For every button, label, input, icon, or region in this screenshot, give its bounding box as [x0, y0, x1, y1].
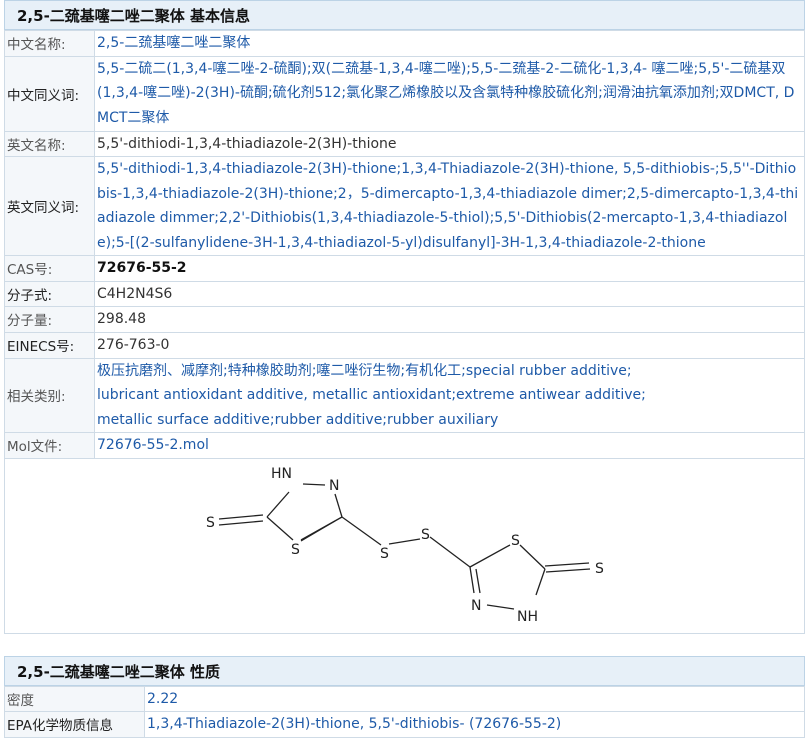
- category-line[interactable]: lubricant antioxidant additive, metallic…: [97, 383, 802, 408]
- formula-value: C4H2N4S6: [94, 280, 805, 307]
- basic-info-table: 中文名称: 2,5-二巯基噻二唑二聚体 中文同义词: 5,5-二硫二(1,3,4…: [4, 30, 805, 634]
- table-row: EPA化学物质信息 1,3,4-Thiadiazole-2(3H)-thione…: [4, 711, 805, 738]
- bond: [469, 566, 475, 593]
- einecs-value: 276-763-0: [94, 331, 805, 359]
- category-line[interactable]: metallic surface additive;rubber additiv…: [97, 408, 802, 433]
- bond: [429, 535, 471, 568]
- bond: [302, 482, 326, 486]
- table-row: 密度 2.22: [4, 685, 805, 712]
- english-name-label: 英文名称:: [4, 130, 95, 157]
- atom-label: S: [421, 527, 430, 543]
- density-value[interactable]: 2.22: [144, 685, 805, 712]
- table-row: EINECS号: 276-763-0: [4, 331, 805, 359]
- bond: [469, 543, 511, 568]
- bond: [486, 603, 515, 610]
- table-row: 分子量: 298.48: [4, 306, 805, 333]
- molecular-weight-value: 298.48: [94, 306, 805, 333]
- properties-section: 2,5-二巯基噻二唑二聚体 性质 密度 2.22 EPA化学物质信息 1,3,4…: [4, 655, 805, 738]
- table-row: 分子式: C4H2N4S6: [4, 280, 805, 307]
- density-label: 密度: [4, 685, 145, 712]
- bond: [218, 513, 264, 520]
- table-row: Mol文件: 72676-55-2.mol: [4, 432, 805, 459]
- properties-header: 2,5-二巯基噻二唑二聚体 性质: [4, 655, 805, 686]
- chinese-name-label: 中文名称:: [4, 30, 95, 57]
- chinese-synonyms-value[interactable]: 5,5-二硫二(1,3,4-噻二唑-2-硫酮);双(二巯基-1,3,4-噻二唑)…: [94, 55, 805, 132]
- mol-file-label: Mol文件:: [4, 432, 95, 459]
- basic-info-section: 2,5-二巯基噻二唑二聚体 基本信息 中文名称: 2,5-二巯基噻二唑二聚体 中…: [4, 0, 805, 634]
- chinese-synonyms-label: 中文同义词:: [4, 55, 95, 132]
- bond: [341, 515, 382, 546]
- chinese-name-value[interactable]: 2,5-二巯基噻二唑二聚体: [94, 30, 805, 57]
- bond: [545, 567, 591, 573]
- bond: [334, 493, 343, 517]
- english-synonyms-label: 英文同义词:: [4, 156, 95, 256]
- molecular-weight-label: 分子量:: [4, 306, 95, 333]
- table-row: 相关类别: 极压抗磨剂、减摩剂;特种橡胶助剂;噻二唑衍生物;有机化工;speci…: [4, 357, 805, 433]
- atom-label: N: [471, 598, 481, 614]
- bond: [266, 516, 294, 540]
- table-row: 英文同义词: 5,5'-dithiodi-1,3,4-thiadiazole-2…: [4, 156, 805, 256]
- formula-label: 分子式:: [4, 280, 95, 307]
- bond: [544, 561, 590, 567]
- bond: [475, 568, 481, 593]
- atom-label: S: [291, 542, 300, 558]
- english-synonyms-value[interactable]: 5,5'-dithiodi-1,3,4-thiadiazole-2(3H)-th…: [94, 156, 805, 256]
- categories-value: 极压抗磨剂、减摩剂;特种橡胶助剂;噻二唑衍生物;有机化工;special rub…: [94, 357, 805, 433]
- bond: [218, 519, 264, 526]
- categories-label: 相关类别:: [4, 357, 95, 433]
- table-row: CAS号: 72676-55-2: [4, 255, 805, 282]
- table-row: 中文名称: 2,5-二巯基噻二唑二聚体: [4, 30, 805, 57]
- bond: [535, 568, 546, 595]
- basic-info-header: 2,5-二巯基噻二唑二聚体 基本信息: [4, 0, 805, 30]
- atom-label: HN: [271, 466, 292, 482]
- atom-label: NH: [517, 609, 538, 625]
- epa-info-label: EPA化学物质信息: [4, 711, 145, 738]
- category-line[interactable]: 极压抗磨剂、减摩剂;特种橡胶助剂;噻二唑衍生物;有机化工;special rub…: [97, 359, 802, 384]
- table-row: HN N S S S S S S N NH: [4, 457, 805, 634]
- properties-table: 密度 2.22 EPA化学物质信息 1,3,4-Thiadiazole-2(3H…: [4, 685, 805, 738]
- english-name-value: 5,5'-dithiodi-1,3,4-thiadiazole-2(3H)-th…: [94, 130, 805, 157]
- atom-label: S: [595, 561, 604, 577]
- einecs-label: EINECS号:: [4, 331, 95, 359]
- atom-label: S: [511, 533, 520, 549]
- mol-file-link[interactable]: 72676-55-2.mol: [94, 432, 805, 459]
- atom-label: S: [206, 515, 215, 531]
- cas-label: CAS号:: [4, 255, 95, 282]
- bond: [300, 519, 336, 542]
- bond: [519, 544, 546, 569]
- molecular-structure-image: HN N S S S S S S N NH: [206, 466, 604, 625]
- bond: [388, 537, 421, 545]
- table-row: 英文名称: 5,5'-dithiodi-1,3,4-thiadiazole-2(…: [4, 130, 805, 157]
- bond: [266, 491, 290, 517]
- epa-info-link[interactable]: 1,3,4-Thiadiazole-2(3H)-thione, 5,5'-dit…: [144, 711, 805, 738]
- cas-value: 72676-55-2: [94, 255, 805, 282]
- atom-label: S: [380, 546, 389, 562]
- structure-cell: HN N S S S S S S N NH: [4, 457, 805, 634]
- table-row: 中文同义词: 5,5-二硫二(1,3,4-噻二唑-2-硫酮);双(二巯基-1,3…: [4, 55, 805, 132]
- atom-label: N: [329, 478, 339, 494]
